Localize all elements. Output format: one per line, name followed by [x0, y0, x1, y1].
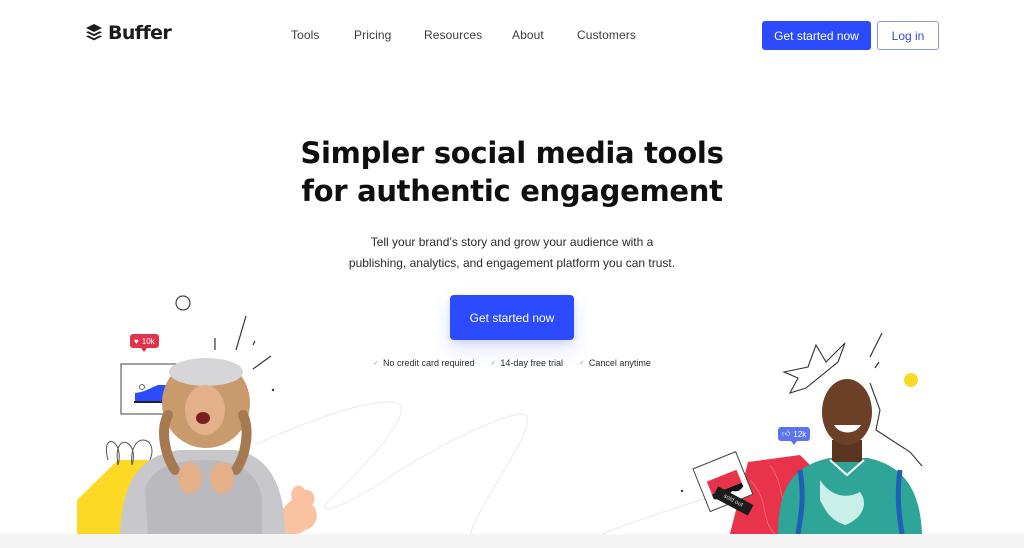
perk-label: Cancel anytime	[588, 358, 651, 368]
perk-item: ✓ 14-day free trial	[491, 358, 563, 368]
perk-item: ✓ Cancel anytime	[579, 358, 651, 368]
blue-sneaker-icon	[135, 385, 166, 401]
hero-get-started-button[interactable]: Get started now	[450, 295, 574, 340]
nav-item-resources[interactable]: Resources	[424, 28, 482, 42]
hero-title-line-1: Simpler social media tools	[300, 136, 724, 170]
nav-item-pricing[interactable]: Pricing	[354, 28, 391, 42]
perks-list: ✓ No credit card required ✓ 14-day free …	[0, 358, 1024, 368]
check-icon: ✓	[373, 360, 379, 367]
hero-title-line-2: for authentic engagement	[301, 174, 723, 208]
perk-label: 14-day free trial	[500, 358, 563, 368]
yellow-dot	[904, 373, 918, 387]
header-get-started-button[interactable]: Get started now	[762, 21, 871, 50]
site-header: Buffer Tools Pricing Resources About Cus…	[0, 0, 1024, 70]
outline-circle-icon	[175, 295, 191, 311]
like-count-badge: ♥ 10k	[130, 334, 159, 352]
nav-item-customers[interactable]: Customers	[577, 28, 636, 42]
perk-label: No credit card required	[383, 358, 475, 368]
like-count: 10k	[141, 336, 155, 346]
check-icon: ✓	[578, 360, 585, 367]
thumbs-up-icon: 👍︎	[782, 429, 791, 438]
hero-subtitle-line-2: publishing, analytics, and engagement pl…	[348, 256, 676, 270]
hero-title: Simpler social media tools for authentic…	[0, 134, 1024, 210]
thumbs-up-count-badge: 👍︎ 12k	[778, 427, 811, 445]
yellow-shape	[77, 460, 170, 534]
hero-subtitle-line-1: Tell your brand’s story and grow your au…	[370, 235, 654, 249]
woman-photo	[120, 358, 285, 534]
sold-out-tag: sold out	[712, 486, 754, 516]
red-shape	[730, 455, 815, 534]
sneaker-card	[120, 363, 177, 415]
next-section-edge	[0, 534, 1024, 548]
left-decorations	[77, 295, 317, 536]
perk-item: ✓ No credit card required	[373, 358, 474, 368]
check-icon: ✓	[490, 360, 497, 367]
nav-item-tools[interactable]: Tools	[291, 28, 320, 42]
background-scribble	[254, 401, 741, 536]
peach-blob	[278, 485, 317, 536]
nav-item-about[interactable]: About	[512, 28, 544, 42]
heart-icon: ♥	[134, 336, 139, 346]
hero-illustrations	[77, 295, 923, 536]
thumbs-up-count: 12k	[793, 429, 807, 439]
login-button[interactable]: Log in	[877, 21, 939, 50]
man-photo	[778, 379, 922, 535]
hero-subtitle: Tell your brand’s story and grow your au…	[0, 232, 1024, 274]
